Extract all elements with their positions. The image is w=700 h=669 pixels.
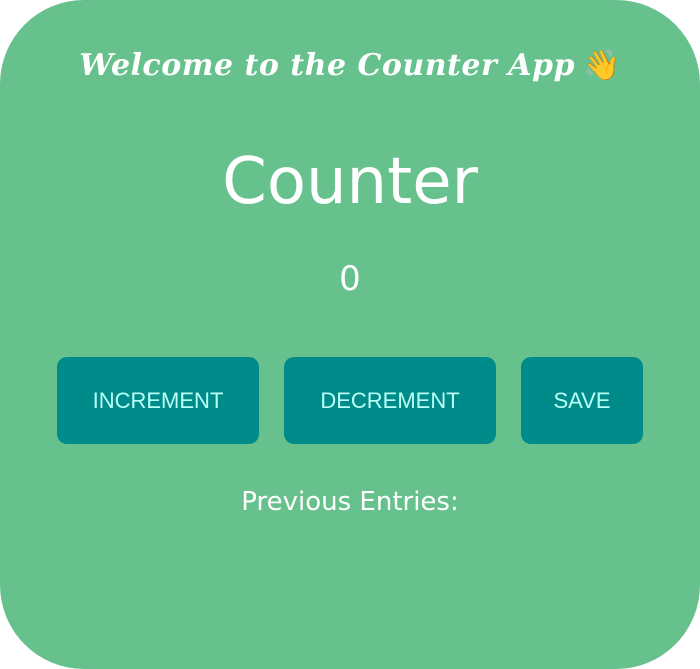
increment-button[interactable]: INCREMENT xyxy=(57,357,259,444)
counter-app-card: Welcome to the Counter App 👋 Counter 0 IN… xyxy=(0,0,700,669)
waving-hand-icon: 👋 xyxy=(582,48,621,83)
page-title: Counter xyxy=(222,145,478,219)
save-button[interactable]: SAVE xyxy=(521,357,643,444)
decrement-button[interactable]: DECREMENT xyxy=(284,357,496,444)
previous-entries-label: Previous Entries: xyxy=(241,487,459,517)
welcome-text: Welcome to the Counter App xyxy=(79,48,575,83)
welcome-heading: Welcome to the Counter App 👋 xyxy=(0,48,700,83)
counter-value: 0 xyxy=(339,259,361,299)
